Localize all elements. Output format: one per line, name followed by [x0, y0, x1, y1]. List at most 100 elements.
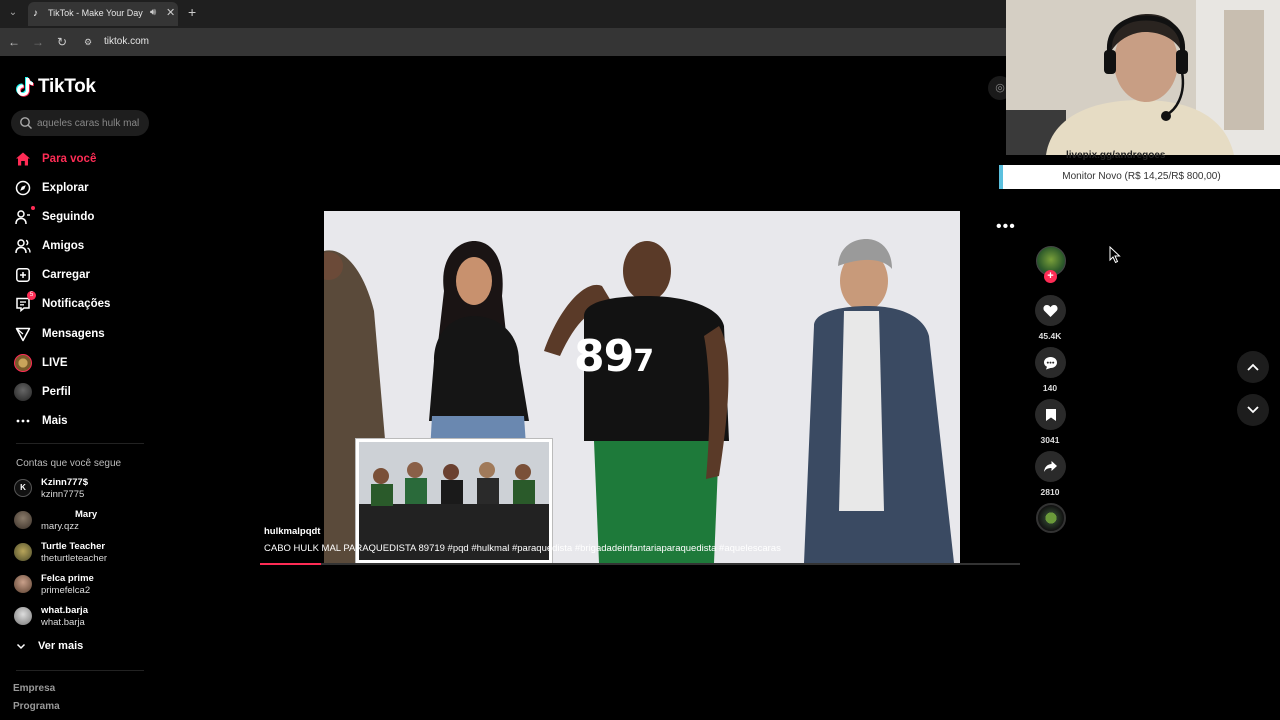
- heart-icon: [1043, 304, 1058, 317]
- send-icon: [14, 325, 32, 343]
- overlay-number: 89: [574, 331, 634, 382]
- account-handle: mary.qzz: [41, 521, 79, 532]
- mouse-cursor-icon: [1109, 246, 1121, 264]
- followed-account[interactable]: Felca prime primefelca2: [14, 571, 154, 597]
- following-section-title: Contas que você segue: [16, 458, 122, 469]
- bookmark-icon: [1045, 408, 1056, 421]
- nav-label: Notificações: [42, 298, 111, 310]
- tiktok-favicon-icon: ♪: [33, 8, 38, 19]
- url-field[interactable]: tiktok.com: [104, 36, 149, 47]
- logo-text: TikTok: [38, 76, 96, 97]
- video-progress-fill: [260, 563, 321, 565]
- search-input[interactable]: [37, 115, 147, 131]
- music-disc-icon[interactable]: [1036, 503, 1066, 533]
- see-more-button[interactable]: Ver mais: [16, 640, 83, 652]
- search-box[interactable]: [11, 110, 149, 136]
- friends-icon: [14, 237, 32, 255]
- nav-item-seguindo[interactable]: Seguindo: [14, 206, 94, 228]
- chevron-up-icon: [1247, 363, 1259, 371]
- footer-link-programa[interactable]: Programa: [13, 701, 60, 712]
- inbox-icon: 5: [14, 291, 36, 313]
- share-count: 2810: [1040, 487, 1060, 497]
- avatar: K: [14, 479, 32, 497]
- comment-count: 140: [1042, 383, 1058, 393]
- nav-item-live[interactable]: LIVE: [14, 352, 68, 374]
- tab-search-icon[interactable]: ⌄: [5, 5, 21, 21]
- nav-item-amigos[interactable]: Amigos: [14, 235, 84, 257]
- avatar: [14, 543, 32, 561]
- see-more-label: Ver mais: [38, 640, 84, 652]
- nav-item-mais[interactable]: Mais: [14, 410, 68, 432]
- account-handle: kzinn7775: [41, 489, 85, 500]
- comment-button[interactable]: [1035, 347, 1066, 378]
- audio-playing-icon[interactable]: 🔊︎: [150, 7, 156, 18]
- nav-label: Perfil: [42, 386, 71, 398]
- nav-label: Mais: [42, 415, 68, 427]
- followed-account[interactable]: what.barja what.barja: [14, 603, 154, 629]
- nav-label: Seguindo: [42, 211, 95, 223]
- nav-item-carregar[interactable]: Carregar: [14, 264, 90, 286]
- like-button[interactable]: [1035, 295, 1066, 326]
- follow-plus-icon[interactable]: +: [1044, 270, 1057, 283]
- back-icon[interactable]: ←: [6, 34, 22, 50]
- nav-label: LIVE: [42, 357, 68, 369]
- reload-icon[interactable]: ↻: [54, 34, 70, 50]
- home-icon: [14, 150, 32, 168]
- compass-icon: [14, 179, 32, 197]
- sidebar-divider: [16, 670, 144, 671]
- nav-label: Mensagens: [42, 328, 105, 340]
- donation-goal-text: Monitor Novo (R$ 14,25/R$ 800,00): [1062, 171, 1221, 182]
- chevron-down-icon: [1247, 406, 1259, 414]
- share-button[interactable]: [1035, 451, 1066, 482]
- nav-item-para-voce[interactable]: Para você: [14, 148, 96, 170]
- comment-icon: [1044, 356, 1057, 369]
- video-player[interactable]: 897: [324, 211, 960, 563]
- video-author[interactable]: hulkmalpqdt: [264, 526, 320, 537]
- account-name: Kzinn777$: [41, 477, 88, 488]
- nav-label: Para você: [42, 153, 97, 165]
- search-icon: [20, 117, 32, 129]
- account-handle: primefelca2: [41, 585, 91, 596]
- new-activity-dot: [31, 206, 35, 210]
- webcam-scene: [1006, 0, 1280, 155]
- account-handle: what.barja: [41, 617, 85, 628]
- account-name: Turtle Teacher: [41, 541, 106, 552]
- share-icon: [1044, 461, 1057, 472]
- nav-item-explorar[interactable]: Explorar: [14, 177, 89, 199]
- footer-link-empresa[interactable]: Empresa: [13, 683, 55, 694]
- account-handle: theturtleteacher: [41, 553, 108, 564]
- webcam-overlay: [1006, 0, 1280, 155]
- account-name: what.barja: [41, 605, 88, 616]
- chevron-down-icon: [16, 643, 26, 650]
- video-overlay-number: 897: [574, 331, 654, 382]
- browser-tab[interactable]: ♪ TikTok - Make Your Day 🔊︎ ✕: [28, 2, 178, 26]
- overlay-number-small: 7: [633, 344, 654, 379]
- account-name: Felca prime: [41, 573, 94, 584]
- tiktok-logo[interactable]: TikTok: [16, 76, 96, 98]
- nav-item-perfil[interactable]: Perfil: [14, 381, 71, 403]
- following-icon: [14, 206, 35, 226]
- nav-item-notificacoes[interactable]: 5 Notificações: [14, 291, 111, 315]
- nav-item-mensagens[interactable]: Mensagens: [14, 323, 105, 345]
- tab-title: TikTok - Make Your Day: [48, 8, 143, 18]
- account-name: Mary: [75, 509, 98, 520]
- profile-icon: [14, 383, 32, 401]
- live-icon: [14, 354, 32, 372]
- save-button[interactable]: [1035, 399, 1066, 430]
- followed-account[interactable]: Mary mary.qzz: [14, 507, 154, 533]
- followed-account[interactable]: Turtle Teacher theturtleteacher: [14, 539, 154, 565]
- followed-account[interactable]: K Kzinn777$ kzinn7775: [14, 475, 154, 501]
- new-tab-icon[interactable]: +: [188, 4, 196, 20]
- next-video-button[interactable]: [1237, 394, 1269, 426]
- more-options-icon[interactable]: •••: [996, 218, 1016, 236]
- video-progress-bar[interactable]: [260, 563, 1020, 565]
- avatar: [14, 575, 32, 593]
- sidebar: TikTok Para você Explorar Seguindo Amigo…: [0, 58, 160, 720]
- save-count: 3041: [1040, 435, 1060, 445]
- sidebar-divider: [16, 443, 144, 444]
- close-tab-icon[interactable]: ✕: [166, 6, 175, 19]
- nav-label: Carregar: [42, 269, 90, 281]
- previous-video-button[interactable]: [1237, 351, 1269, 383]
- forward-icon[interactable]: →: [30, 34, 46, 50]
- site-info-icon[interactable]: ⚙: [84, 36, 96, 48]
